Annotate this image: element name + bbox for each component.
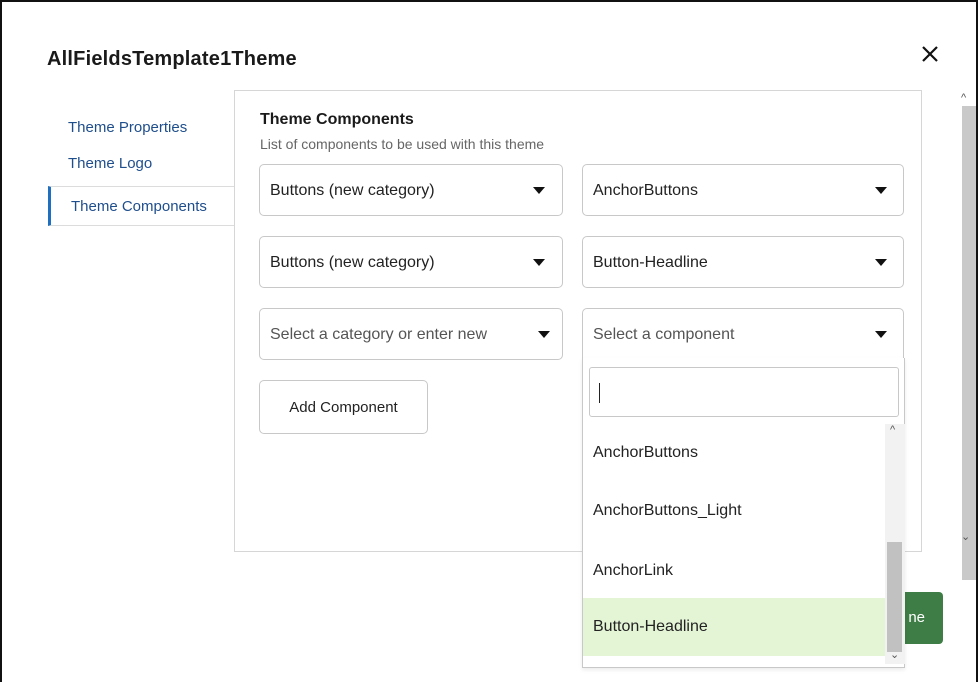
scroll-down-icon[interactable]: ⌄: [961, 530, 970, 543]
dropdown-arrow-icon: [533, 187, 545, 194]
add-component-button[interactable]: Add Component: [259, 380, 428, 434]
category-value: Buttons (new category): [270, 254, 435, 271]
dropdown-options: AnchorButtons AnchorButtons_Light Anchor…: [583, 424, 885, 664]
close-icon: [922, 46, 938, 62]
scrollbar-thumb[interactable]: [962, 106, 976, 580]
category-select-1[interactable]: Buttons (new category): [259, 164, 563, 216]
dropdown-option[interactable]: AnchorButtons: [583, 424, 885, 482]
dropdown-arrow-icon: [875, 331, 887, 338]
component-placeholder: Select a component: [593, 326, 735, 343]
component-value: AnchorButtons: [593, 182, 698, 199]
panel-heading: Theme Components: [260, 111, 414, 128]
category-select-2[interactable]: Buttons (new category): [259, 236, 563, 288]
component-dropdown: AnchorButtons AnchorButtons_Light Anchor…: [582, 358, 905, 668]
dropdown-option[interactable]: AnchorLink: [583, 542, 885, 600]
component-select-3[interactable]: Select a component: [582, 308, 904, 360]
scrollbar-thumb[interactable]: [887, 542, 902, 652]
scroll-up-icon[interactable]: ^: [890, 424, 895, 436]
dropdown-arrow-icon: [538, 331, 550, 338]
component-value: Button-Headline: [593, 254, 708, 271]
close-button[interactable]: [916, 40, 944, 68]
dropdown-arrow-icon: [533, 259, 545, 266]
dropdown-arrow-icon: [875, 187, 887, 194]
scroll-down-icon[interactable]: ⌄: [890, 648, 899, 661]
panel-subtitle: List of components to be used with this …: [260, 136, 545, 152]
nav-item-theme-properties[interactable]: Theme Properties: [48, 110, 187, 148]
scroll-up-icon[interactable]: ^: [961, 92, 966, 104]
category-placeholder: Select a category or enter new: [270, 326, 488, 343]
dropdown-option[interactable]: AnchorButtons_Light: [583, 482, 885, 540]
dropdown-arrow-icon: [875, 259, 887, 266]
category-value: Buttons (new category): [270, 182, 435, 199]
dropdown-search-input[interactable]: [589, 367, 899, 417]
dropdown-scrollbar[interactable]: ^ ⌄: [885, 424, 905, 664]
nav-item-theme-components[interactable]: Theme Components: [48, 186, 236, 226]
dialog-title: AllFieldsTemplate1Theme: [47, 48, 297, 70]
panel-scrollbar[interactable]: ^ ⌄: [958, 90, 978, 580]
dropdown-option-highlighted[interactable]: Button-Headline: [583, 598, 885, 656]
text-cursor: [599, 383, 600, 403]
component-select-2[interactable]: Button-Headline: [582, 236, 904, 288]
category-select-3[interactable]: Select a category or enter new: [259, 308, 563, 360]
nav-item-theme-logo[interactable]: Theme Logo: [48, 146, 152, 184]
component-select-1[interactable]: AnchorButtons: [582, 164, 904, 216]
